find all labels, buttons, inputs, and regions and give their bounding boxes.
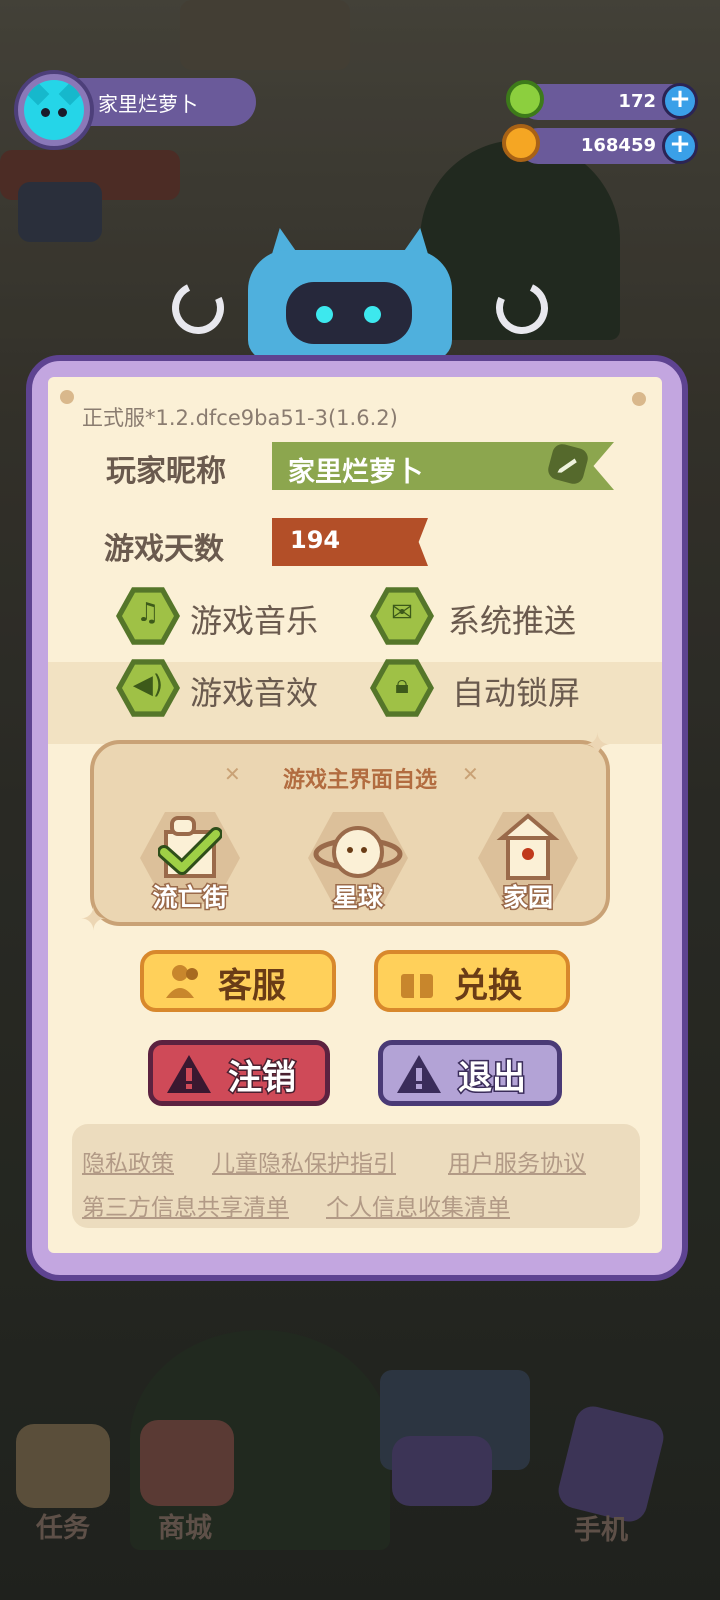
- robot-face-screen: [286, 282, 412, 344]
- music-note-icon: ♫: [136, 598, 160, 628]
- main-screen-title: 游戏主界面自选: [282, 768, 437, 793]
- coin-count: 168459: [580, 135, 656, 156]
- child-privacy-link[interactable]: 儿童隐私保护指引: [212, 1144, 396, 1178]
- nickname-label: 玩家昵称: [106, 454, 226, 489]
- check-icon: [158, 827, 222, 875]
- tasks-book-icon[interactable]: [16, 1424, 110, 1508]
- donut-icon: [506, 80, 544, 118]
- sparkle-decoration: ✦: [80, 900, 107, 938]
- robot-eye: [316, 306, 333, 323]
- donut-count: 172: [618, 91, 656, 112]
- home-icon: [496, 813, 560, 880]
- sfx-label: 游戏音效: [190, 674, 319, 712]
- shop-stall-icon[interactable]: [140, 1420, 234, 1506]
- add-coin-button[interactable]: +: [662, 128, 698, 164]
- sparkle-decoration: ✦: [584, 726, 611, 764]
- gift-icon: [401, 968, 433, 998]
- days-value: 194: [290, 526, 341, 554]
- days-label: 游戏天数: [104, 532, 224, 567]
- push-label: 系统推送: [448, 602, 577, 640]
- warning-icon: [397, 1055, 441, 1093]
- cancel-account-label: 注销: [227, 1057, 298, 1100]
- envelope-icon: ✉: [391, 598, 413, 628]
- phone-label: 手机: [574, 1515, 628, 1546]
- choice-label-planet: 星球: [331, 882, 384, 914]
- speaker-icon: ◀): [132, 670, 164, 700]
- redeem-label: 兑换: [454, 966, 522, 1006]
- choice-label-exile-street: 流亡街: [151, 882, 229, 914]
- player-name: 家里烂萝卜: [98, 92, 198, 116]
- version-text: 正式服*1.2.dfce9ba51-3(1.6.2): [82, 406, 398, 430]
- planet-coin-icon: [502, 124, 540, 162]
- center-sofa-icon[interactable]: [392, 1436, 492, 1506]
- choice-label-home: 家园: [501, 882, 554, 914]
- pin-decoration: [632, 392, 646, 406]
- add-donut-button[interactable]: +: [662, 83, 698, 119]
- customer-service-label: 客服: [218, 966, 286, 1006]
- third-party-sharing-link[interactable]: 第三方信息共享清单: [82, 1188, 289, 1222]
- shop-label: 商城: [158, 1513, 212, 1544]
- pin-decoration: [60, 390, 74, 404]
- robot-eye: [364, 306, 381, 323]
- lock-icon: 🔒︎: [395, 670, 409, 700]
- avatar[interactable]: [24, 80, 84, 140]
- privacy-policy-link[interactable]: 隐私政策: [82, 1144, 174, 1178]
- user-agreement-link[interactable]: 用户服务协议: [448, 1144, 586, 1178]
- logout-label: 退出: [457, 1057, 528, 1100]
- tasks-label: 任务: [36, 1513, 90, 1544]
- nickname-value: 家里烂萝卜: [288, 457, 423, 488]
- people-icon: [166, 965, 198, 998]
- music-label: 游戏音乐: [190, 602, 319, 640]
- personal-info-list-link[interactable]: 个人信息收集清单: [326, 1188, 510, 1222]
- warning-icon: [167, 1055, 211, 1093]
- autolock-label: 自动锁屏: [452, 674, 581, 712]
